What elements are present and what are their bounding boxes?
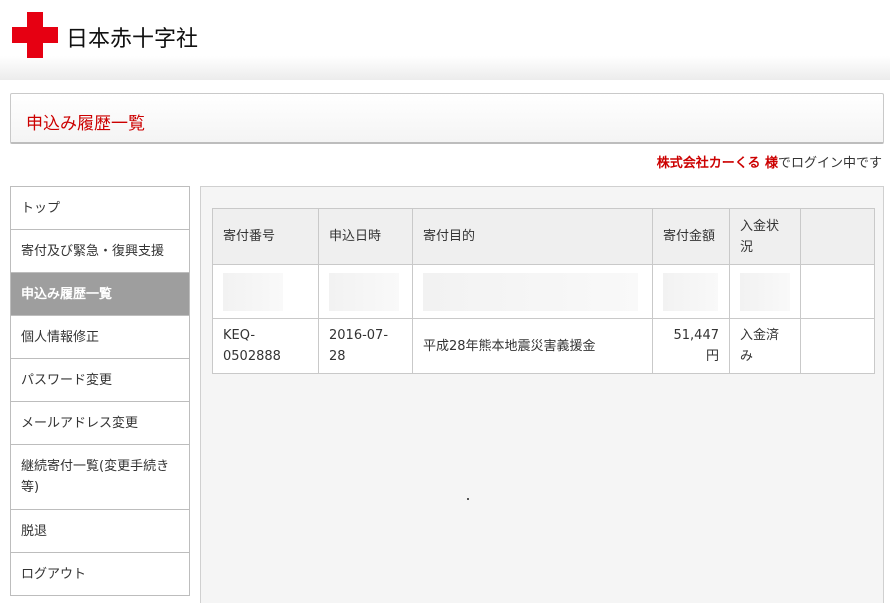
donation-purpose: 平成28年熊本地震災害義援金 [412,318,653,374]
sidebar-item-history[interactable]: 申込み履歴一覧 [11,273,189,316]
donation-amount: 51,447円 [652,318,730,374]
column-header-amount: 寄付金額 [652,208,730,265]
sidebar-nav: トップ 寄付及び緊急・復興支援 申込み履歴一覧 個人情報修正 パスワード変更 メ… [10,186,190,596]
login-status: 株式会社カーくる 様でログイン中です [657,152,882,171]
table-row: KEQ-0502888 2016-07-28 平成28年熊本地震災害義援金 51… [212,318,875,374]
column-header-date: 申込日時 [318,208,413,265]
table-cell [800,264,875,319]
sidebar-item-email-change[interactable]: メールアドレス変更 [11,402,189,445]
table-cell [652,264,730,319]
sidebar-item-label: ログアウト [21,567,87,582]
sidebar-item-label: パスワード変更 [21,372,113,388]
application-date: 2016-07-28 [318,318,413,374]
payment-status: 入金済み [729,318,801,374]
page-title-box: 申込み履歴一覧 [10,93,884,144]
sidebar-item-label: 申込み履歴一覧 [21,286,113,302]
site-header: 日本赤十字社 [0,0,890,80]
sidebar-item-top[interactable]: トップ [11,187,189,230]
sidebar-item-profile-edit[interactable]: 個人情報修正 [11,316,189,359]
stray-dot [467,498,469,500]
column-header-number: 寄付番号 [212,208,319,265]
sidebar-item-label: トップ [21,200,61,216]
red-cross-logo-icon[interactable] [12,12,58,58]
sidebar-item-withdraw[interactable]: 脱退 [11,510,189,553]
table-header-row: 寄付番号 申込日時 寄付目的 寄付金額 入金状況 [212,208,875,265]
sidebar-item-logout[interactable]: ログアウト [11,553,189,596]
sidebar-item-label: 脱退 [21,523,48,539]
history-table: 寄付番号 申込日時 寄付目的 寄付金額 入金状況 KEQ-0502888 201… [212,208,875,374]
sidebar-item-recurring-donations[interactable]: 継続寄付一覧(変更手続き等) [11,445,189,510]
column-header-status: 入金状況 [729,208,801,265]
logo-text[interactable]: 日本赤十字社 [66,21,198,53]
table-cell [412,264,653,319]
sidebar-item-label: 個人情報修正 [21,329,100,345]
sidebar-item-password-change[interactable]: パスワード変更 [11,359,189,402]
column-header-action [800,208,875,265]
sidebar-item-label: 継続寄付一覧(変更手続き等) [21,459,170,495]
page-title: 申込み履歴一覧 [26,114,145,134]
table-row-redacted [212,264,875,319]
table-cell [729,264,801,319]
table-cell [318,264,413,319]
column-header-purpose: 寄付目的 [412,208,653,265]
sidebar-item-donation[interactable]: 寄付及び緊急・復興支援 [11,230,189,273]
main-content: 寄付番号 申込日時 寄付目的 寄付金額 入金状況 KEQ-0502888 201… [200,186,884,603]
login-suffix: でログイン中です [777,156,882,171]
table-cell [212,264,319,319]
donation-number: KEQ-0502888 [212,318,319,374]
row-action-cell [800,318,875,374]
sidebar-item-label: メールアドレス変更 [21,415,139,431]
login-user-name: 株式会社カーくる 様 [656,156,778,171]
sidebar-item-label: 寄付及び緊急・復興支援 [21,243,165,259]
